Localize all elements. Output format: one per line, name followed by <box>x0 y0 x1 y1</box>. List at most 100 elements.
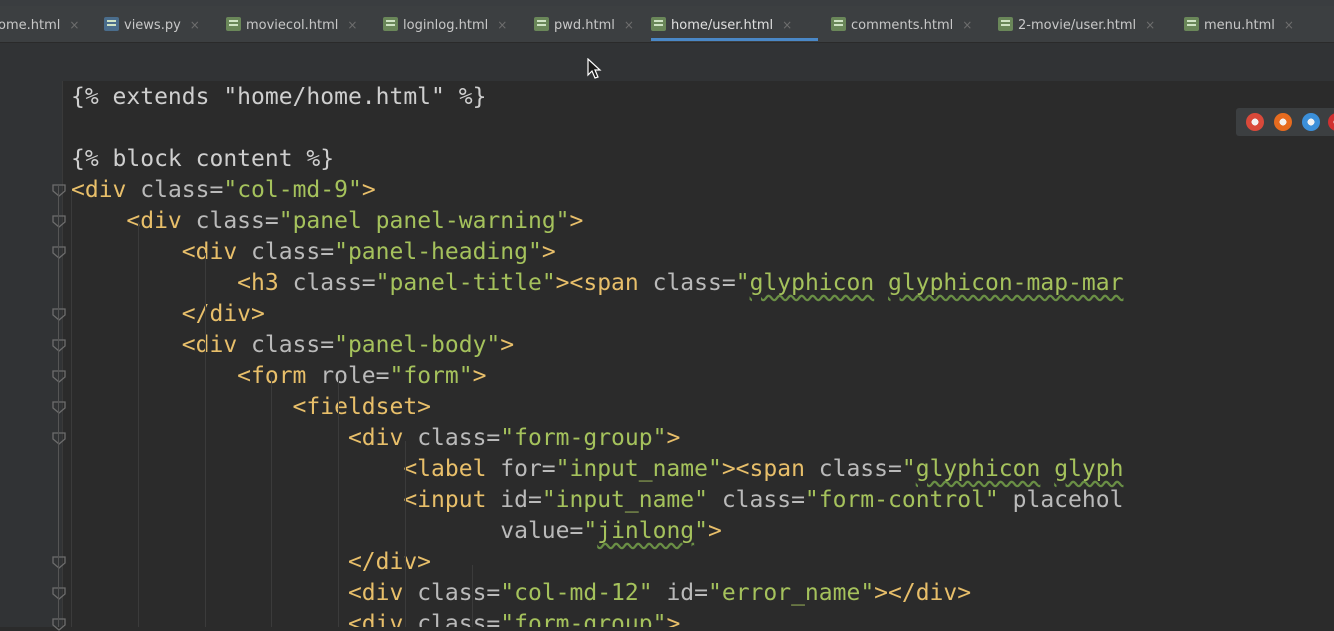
code-token: class= <box>652 270 736 296</box>
tab-loginlog-html[interactable]: loginlog.html × <box>383 10 523 40</box>
code-token: glyphicon-map-mar <box>888 270 1124 296</box>
close-icon[interactable]: × <box>69 18 79 32</box>
tab-home-user-html[interactable]: home/user.html × <box>651 10 818 41</box>
close-icon[interactable]: × <box>1145 18 1155 32</box>
editor-tab-bar: ome.html × views.py × moviecol.html × loginlog… <box>0 6 1334 43</box>
tab-ome-html[interactable]: ome.html × <box>0 10 93 40</box>
code-token: "panel panel-warning" <box>278 208 570 234</box>
close-icon[interactable]: × <box>782 18 792 32</box>
browser-preview-bar <box>1236 108 1334 136</box>
code-token: {% block content %} <box>71 146 335 172</box>
code-line: <div class="form-group"> <box>71 609 680 627</box>
code-token: "col-md-12" <box>500 580 667 606</box>
code-token: class= <box>818 456 902 482</box>
tab-label: pwd.html <box>554 18 615 33</box>
safari-icon[interactable] <box>1302 113 1320 131</box>
indent-guide <box>71 191 72 627</box>
code-token: "panel-title" <box>375 270 556 296</box>
editor-toolbar-area <box>0 43 1334 81</box>
tab-moviecol-html[interactable]: moviecol.html × <box>226 10 371 40</box>
indent-guide <box>338 377 339 627</box>
code-token: class= <box>195 208 279 234</box>
code-line: <div class="col-md-12" id="error_name"><… <box>71 578 971 609</box>
indent-guide <box>138 222 139 627</box>
tab-2-movie-user-html[interactable]: 2-movie/user.html × <box>998 10 1176 40</box>
code-token: " <box>694 518 709 544</box>
code-token: <h3 <box>71 270 293 296</box>
code-token: "col-md-9" <box>223 177 362 203</box>
code-line: <input id="input_name" class="form-contr… <box>71 485 1123 516</box>
active-tab-indicator <box>651 38 818 41</box>
code-token: <div <box>71 177 141 203</box>
code-token: class= <box>140 177 224 203</box>
tab-label: 2-movie/user.html <box>1018 18 1137 33</box>
line-gutter <box>0 81 66 631</box>
code-token: "panel-heading" <box>334 239 542 265</box>
code-token: class= <box>417 580 501 606</box>
code-token: <fieldset> <box>71 394 432 420</box>
tab-label: moviecol.html <box>246 18 339 33</box>
code-line: <fieldset> <box>71 392 431 423</box>
tab-menu-html[interactable]: menu.html × <box>1184 10 1314 40</box>
html-file-icon <box>651 17 666 31</box>
code-editor[interactable]: {% extends "home/home.html" %} {% block c… <box>62 81 1334 627</box>
code-token: class= <box>251 332 335 358</box>
opera-icon[interactable] <box>1328 113 1334 131</box>
code-token: class= <box>292 270 376 296</box>
tab-pwd-html[interactable]: pwd.html × <box>534 10 642 40</box>
close-icon[interactable]: × <box>962 18 972 32</box>
code-token: "form-group" <box>500 425 667 451</box>
html-file-icon <box>534 17 549 31</box>
code-token: </div> <box>71 301 265 327</box>
code-line: <div class="panel-heading"> <box>71 237 556 268</box>
code-token: <div <box>71 208 196 234</box>
chrome-icon[interactable] <box>1246 113 1264 131</box>
code-token: <div <box>71 425 418 451</box>
code-line: {% extends "home/home.html" %} <box>71 82 486 113</box>
code-line: <div class="form-group"> <box>71 423 680 454</box>
tab-label: menu.html <box>1204 18 1275 33</box>
code-token: for= <box>500 456 556 482</box>
code-token: role= <box>320 363 390 389</box>
code-token: <div <box>71 611 418 627</box>
code-token: ></div> <box>874 580 972 606</box>
code-token: > <box>361 177 376 203</box>
code-token: glyphicon <box>915 456 1041 482</box>
code-token: value= <box>71 518 584 544</box>
close-icon[interactable]: × <box>497 18 507 32</box>
code-token: class= <box>251 239 335 265</box>
close-icon[interactable]: × <box>347 18 357 32</box>
html-file-icon <box>383 17 398 31</box>
code-token: "panel-body" <box>334 332 501 358</box>
tab-views-py[interactable]: views.py × <box>104 10 216 40</box>
html-file-icon <box>998 17 1013 31</box>
close-icon[interactable]: × <box>624 18 634 32</box>
code-token: class= <box>721 487 805 513</box>
code-line: {% block content %} <box>71 144 334 175</box>
code-token: > <box>666 611 681 627</box>
tab-label: home/user.html <box>671 18 774 33</box>
code-token: "form-control" <box>804 487 1013 513</box>
code-token: <form <box>71 363 321 389</box>
firefox-icon[interactable] <box>1274 113 1292 131</box>
code-line: <div class="col-md-9"> <box>71 175 376 206</box>
close-icon[interactable]: × <box>1284 18 1294 32</box>
code-token: "error_name" <box>708 580 875 606</box>
code-token: "form-group" <box>500 611 667 627</box>
code-line: </div> <box>71 547 431 578</box>
code-token: > <box>500 332 515 358</box>
code-token: jinlong <box>597 518 695 544</box>
code-token: <input <box>71 487 501 513</box>
tab-comments-html[interactable]: comments.html × <box>831 10 986 40</box>
code-token: " <box>901 456 916 482</box>
code-token: > <box>569 208 584 234</box>
code-token: > <box>708 518 722 544</box>
code-line: <label for="input_name"><span class="gly… <box>71 454 1123 485</box>
close-icon[interactable]: × <box>190 18 200 32</box>
tab-label: loginlog.html <box>403 18 489 33</box>
code-token: {% extends "home/home.html" %} <box>71 84 487 110</box>
html-file-icon <box>1184 17 1199 31</box>
indent-guide <box>271 377 272 627</box>
